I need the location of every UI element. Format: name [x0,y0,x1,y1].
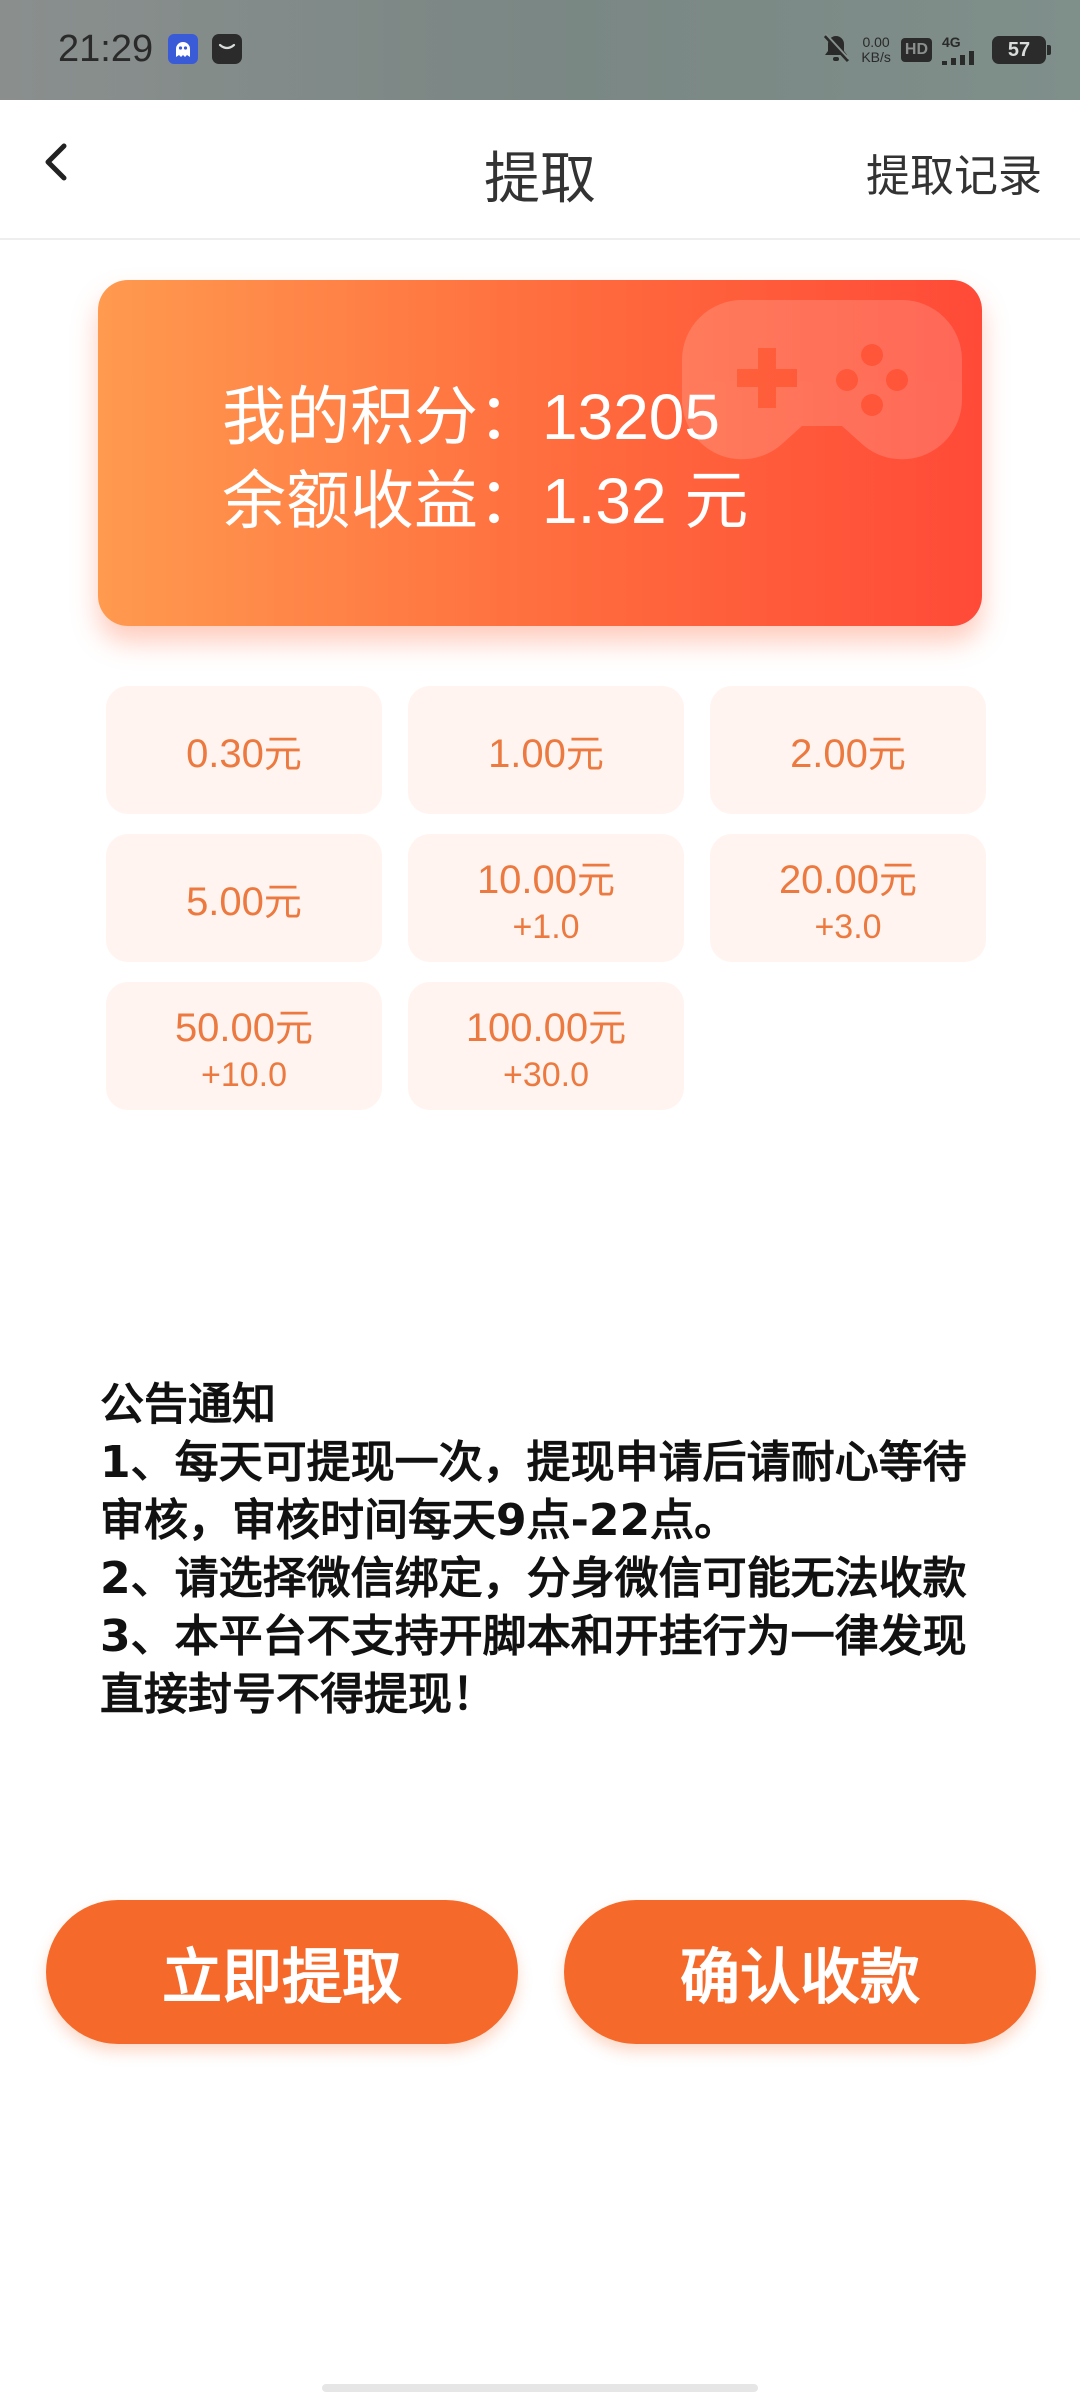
points-row: 我的积分：13205 [222,366,720,458]
status-time: 21:29 [58,28,154,70]
status-indicators: 0.00 KB/s HD 4G 57 [821,30,1051,70]
message-app-icon [212,34,242,64]
withdraw-now-button[interactable]: 立即提取 [46,1900,518,2044]
home-indicator[interactable] [322,2384,758,2392]
bonus-label: +3.0 [814,908,882,946]
announcement-line: 2、请选择微信绑定，分身微信可能无法收款 [100,1553,967,1604]
status-bar: 21:29 0.00 KB/s HD 4G 57 [0,0,1080,100]
mute-bell-icon [821,32,851,68]
bonus-label: +10.0 [200,1056,288,1094]
announcement: 公告通知 1、每天可提现一次，提现申请后请耐心等待审核，审核时间每天9点-22点… [100,1376,980,1724]
ghost-app-icon [168,34,198,64]
hd-badge: HD [900,38,932,62]
amount-option[interactable]: 100.00元 +30.0 [408,982,684,1110]
announcement-line: 3、本平台不支持开脚本和开挂行为一律发现直接封号不得提现！ [100,1611,967,1720]
battery-icon: 57 [992,36,1051,64]
top-nav-bar: 提取 提取记录 [0,100,1080,240]
amount-option[interactable]: 20.00元 +3.0 [710,834,986,962]
network-speed: 0.00 KB/s [861,34,891,65]
announcement-title: 公告通知 [100,1379,276,1430]
balance-card: 我的积分：13205 余额收益：1.32 元 [98,280,982,626]
withdraw-records-link[interactable]: 提取记录 [866,140,1042,204]
points-value: 13205 [542,381,720,453]
amount-option[interactable]: 1.00元 [408,686,684,814]
balance-row: 余额收益：1.32 元 [222,450,748,542]
amount-option[interactable]: 50.00元 +10.0 [106,982,382,1110]
amount-option[interactable]: 10.00元 +1.0 [408,834,684,962]
balance-label: 余额收益： [222,465,542,537]
bonus-label: +1.0 [512,908,580,946]
amount-option[interactable]: 0.30元 [106,686,382,814]
balance-value: 1.32 元 [542,465,749,537]
confirm-receipt-button[interactable]: 确认收款 [564,1900,1036,2044]
signal-icon: 4G [942,35,982,65]
announcement-line: 1、每天可提现一次，提现申请后请耐心等待审核，审核时间每天9点-22点。 [100,1437,967,1546]
amount-option[interactable]: 5.00元 [106,834,382,962]
points-label: 我的积分： [222,381,542,453]
amount-option[interactable]: 2.00元 [710,686,986,814]
bonus-label: +30.0 [502,1056,590,1094]
